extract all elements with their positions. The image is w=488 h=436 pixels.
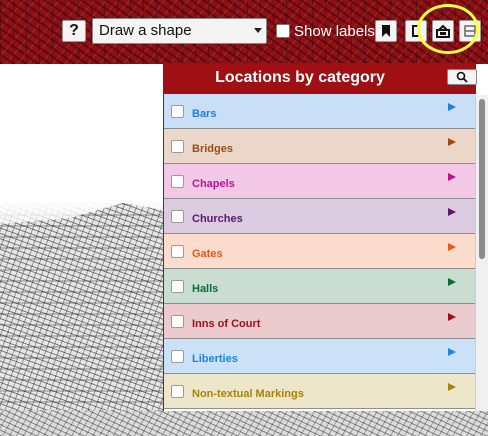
bookmark-button[interactable] <box>375 20 397 42</box>
category-checkbox[interactable] <box>171 350 184 363</box>
show-labels-toggle[interactable]: Show labels <box>276 20 375 42</box>
category-label: Non-textual Markings <box>192 388 304 400</box>
category-label: Liberties <box>192 353 238 365</box>
category-label: Inns of Court <box>192 318 261 330</box>
category-label: Chapels <box>192 178 235 190</box>
show-labels-label: Show labels <box>294 22 375 40</box>
category-checkbox[interactable] <box>171 140 184 153</box>
category-checkbox[interactable] <box>171 210 184 223</box>
category-label: Halls <box>192 283 219 295</box>
panel-scrollbar[interactable] <box>475 95 488 411</box>
category-row[interactable]: Non-textual Markings <box>164 374 476 409</box>
category-list: Bars Bridges Chapels Churches Gates Halls Inns… <box>164 94 476 411</box>
help-button[interactable]: ? <box>62 20 86 42</box>
magnifier-icon <box>456 71 468 83</box>
expand-arrow-icon[interactable] <box>448 173 456 181</box>
expand-arrow-icon[interactable] <box>448 138 456 146</box>
map-bottom-strip[interactable] <box>0 410 488 436</box>
category-label: Bridges <box>192 143 233 155</box>
category-checkbox[interactable] <box>171 245 184 258</box>
category-row[interactable]: Liberties <box>164 339 476 374</box>
category-checkbox[interactable] <box>171 105 184 118</box>
expand-arrow-icon[interactable] <box>448 348 456 356</box>
draw-shape-select[interactable]: Draw a shape <box>92 18 267 44</box>
scrollbar-thumb[interactable] <box>479 99 485 259</box>
category-row[interactable]: Halls <box>164 269 476 304</box>
expand-arrow-icon[interactable] <box>448 243 456 251</box>
category-row[interactable]: Chapels <box>164 164 476 199</box>
category-row[interactable]: Inns of Court <box>164 304 476 339</box>
expand-arrow-icon[interactable] <box>448 313 456 321</box>
expand-arrow-icon[interactable] <box>448 103 456 111</box>
category-checkbox[interactable] <box>171 385 184 398</box>
locations-panel: Locations by category Bars Bridges Chapels… <box>163 63 477 411</box>
highlight-annotation-circle <box>417 4 479 54</box>
panel-search-button[interactable] <box>447 69 477 85</box>
category-label: Churches <box>192 213 243 225</box>
category-row[interactable]: Bars <box>164 94 476 129</box>
panel-title: Locations by category <box>164 63 476 94</box>
category-checkbox[interactable] <box>171 315 184 328</box>
category-checkbox[interactable] <box>171 280 184 293</box>
category-label: Gates <box>192 248 223 260</box>
category-row[interactable]: Bridges <box>164 129 476 164</box>
category-row[interactable]: Gates <box>164 234 476 269</box>
bookmark-icon <box>382 25 390 37</box>
chevron-down-icon <box>254 28 262 33</box>
show-labels-checkbox[interactable] <box>276 24 290 38</box>
expand-arrow-icon[interactable] <box>448 383 456 391</box>
expand-arrow-icon[interactable] <box>448 208 456 216</box>
category-row[interactable]: Churches <box>164 199 476 234</box>
draw-shape-select-value: Draw a shape <box>99 22 192 39</box>
map-engraving[interactable] <box>0 200 175 436</box>
expand-arrow-icon[interactable] <box>448 278 456 286</box>
category-label: Bars <box>192 108 217 120</box>
category-checkbox[interactable] <box>171 175 184 188</box>
